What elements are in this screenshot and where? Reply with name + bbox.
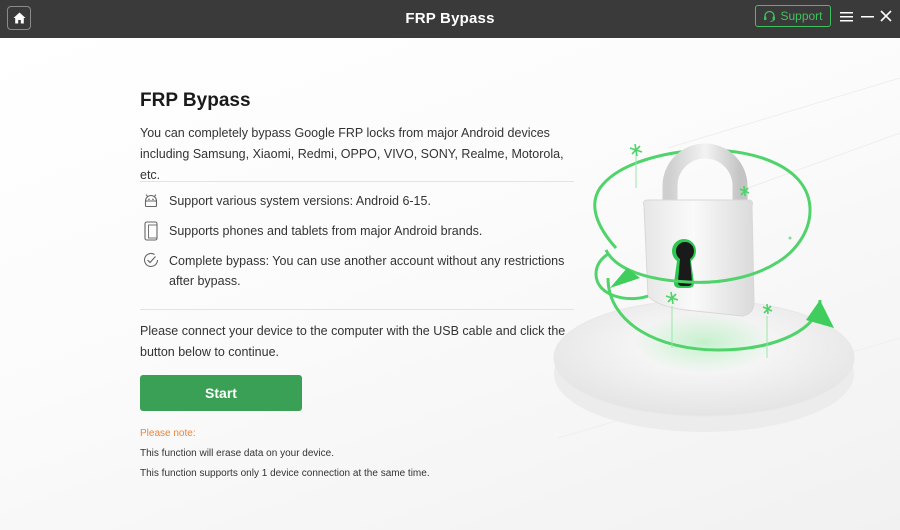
headset-icon xyxy=(764,10,776,22)
divider xyxy=(140,309,574,310)
android-icon xyxy=(140,191,162,211)
feature-item-device-support: Supports phones and tablets from major A… xyxy=(140,221,580,241)
feature-item-complete-bypass: Complete bypass: You can use another acc… xyxy=(140,251,580,291)
page-description: You can completely bypass Google FRP loc… xyxy=(140,126,564,182)
check-circle-icon xyxy=(140,251,162,271)
connection-instruction: Please connect your device to the comput… xyxy=(140,324,566,359)
close-button[interactable] xyxy=(878,7,894,25)
note-line: This function will erase data on your de… xyxy=(140,448,334,459)
lock-body xyxy=(643,199,755,317)
note-line: This function supports only 1 device con… xyxy=(140,468,430,479)
home-button[interactable] xyxy=(7,6,31,30)
hamburger-menu-icon xyxy=(839,11,853,21)
minimize-icon xyxy=(860,15,874,17)
close-icon xyxy=(880,10,892,22)
title-bar: FRP Bypass Support xyxy=(0,0,900,38)
arrow-left-icon xyxy=(610,268,640,288)
menu-button[interactable] xyxy=(838,7,854,25)
start-button[interactable]: Start xyxy=(140,375,302,411)
tablet-icon xyxy=(140,221,162,241)
padlock-illustration xyxy=(553,77,900,439)
minimize-button[interactable] xyxy=(859,7,875,25)
divider xyxy=(140,181,574,182)
home-icon xyxy=(13,12,25,24)
feature-text: Support various system versions: Android… xyxy=(169,194,431,208)
feature-text: Complete bypass: You can use another acc… xyxy=(169,254,565,288)
feature-text: Supports phones and tablets from major A… xyxy=(169,224,483,238)
page-title: FRP Bypass xyxy=(140,90,251,111)
support-label: Support xyxy=(780,9,823,23)
main-panel: FRP Bypass You can completely bypass Goo… xyxy=(0,38,900,530)
feature-item-android-versions: Support various system versions: Android… xyxy=(140,191,580,211)
note-title: Please note: xyxy=(140,428,196,439)
support-button[interactable]: Support xyxy=(755,5,831,27)
